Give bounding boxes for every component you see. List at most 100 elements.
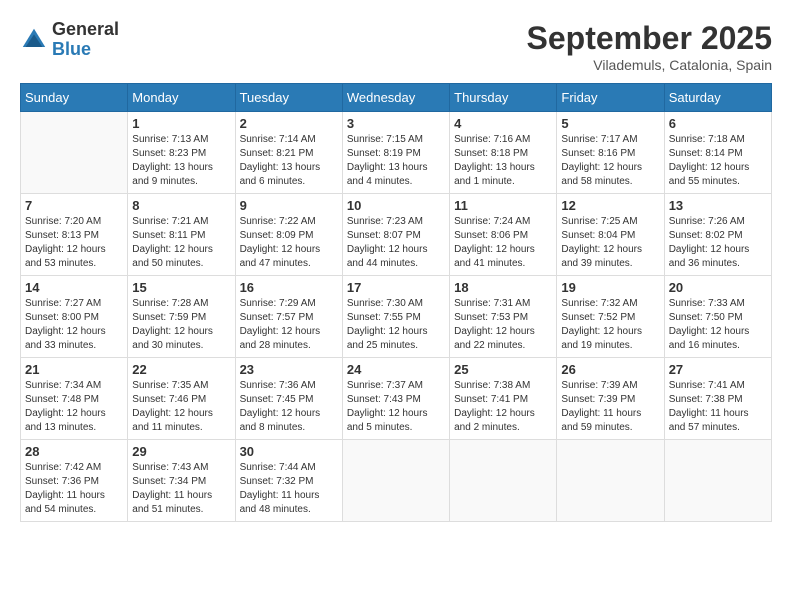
- day-number: 26: [561, 362, 659, 377]
- calendar-cell: 4 Sunrise: 7:16 AM Sunset: 8:18 PM Daylig…: [450, 112, 557, 194]
- calendar-cell: 13 Sunrise: 7:26 AM Sunset: 8:02 PM Dayli…: [664, 194, 771, 276]
- calendar-cell: 28 Sunrise: 7:42 AM Sunset: 7:36 PM Dayli…: [21, 440, 128, 522]
- weekday-header: Sunday: [21, 84, 128, 112]
- day-info: Sunrise: 7:27 AM Sunset: 8:00 PM Dayligh…: [25, 297, 123, 353]
- calendar-cell: 24Sunrise: 7:37 AM Sunset: 7:43 PM Dayli…: [342, 358, 449, 440]
- calendar-cell: [21, 112, 128, 194]
- day-number: 7: [25, 198, 123, 213]
- day-number: 23: [240, 362, 338, 377]
- calendar-cell: 19 Sunrise: 7:32 AM Sunset: 7:52 PM Dayli…: [557, 276, 664, 358]
- calendar-week-row: 28 Sunrise: 7:42 AM Sunset: 7:36 PM Dayli…: [21, 440, 772, 522]
- day-number: 4: [454, 116, 552, 131]
- calendar-cell: 11Sunrise: 7:24 AM Sunset: 8:06 PM Dayli…: [450, 194, 557, 276]
- calendar-cell: 9 Sunrise: 7:22 AM Sunset: 8:09 PM Daylig…: [235, 194, 342, 276]
- day-number: 12: [561, 198, 659, 213]
- calendar-cell: 10 Sunrise: 7:23 AM Sunset: 8:07 PM Dayli…: [342, 194, 449, 276]
- day-number: 9: [240, 198, 338, 213]
- day-number: 2: [240, 116, 338, 131]
- day-number: 18: [454, 280, 552, 295]
- day-info: Sunrise: 7:17 AM Sunset: 8:16 PM Dayligh…: [561, 133, 659, 189]
- calendar-cell: 29 Sunrise: 7:43 AM Sunset: 7:34 PM Dayli…: [128, 440, 235, 522]
- day-number: 28: [25, 444, 123, 459]
- day-number: 30: [240, 444, 338, 459]
- calendar-cell: [342, 440, 449, 522]
- day-info: Sunrise: 7:38 AM Sunset: 7:41 PM Dayligh…: [454, 379, 552, 435]
- day-info: Sunrise: 7:13 AM Sunset: 8:23 PM Dayligh…: [132, 133, 230, 189]
- day-info: Sunrise: 7:35 AM Sunset: 7:46 PM Dayligh…: [132, 379, 230, 435]
- day-number: 16: [240, 280, 338, 295]
- calendar-cell: 7 Sunrise: 7:20 AM Sunset: 8:13 PM Daylig…: [21, 194, 128, 276]
- day-number: 11: [454, 198, 552, 213]
- day-number: 17: [347, 280, 445, 295]
- day-info: Sunrise: 7:25 AM Sunset: 8:04 PM Dayligh…: [561, 215, 659, 271]
- day-info: Sunrise: 7:16 AM Sunset: 8:18 PM Dayligh…: [454, 133, 552, 189]
- calendar-cell: 3 Sunrise: 7:15 AM Sunset: 8:19 PM Daylig…: [342, 112, 449, 194]
- day-info: Sunrise: 7:32 AM Sunset: 7:52 PM Dayligh…: [561, 297, 659, 353]
- day-info: Sunrise: 7:30 AM Sunset: 7:55 PM Dayligh…: [347, 297, 445, 353]
- day-number: 14: [25, 280, 123, 295]
- day-info: Sunrise: 7:22 AM Sunset: 8:09 PM Dayligh…: [240, 215, 338, 271]
- calendar-cell: 27 Sunrise: 7:41 AM Sunset: 7:38 PM Dayli…: [664, 358, 771, 440]
- calendar-cell: 30 Sunrise: 7:44 AM Sunset: 7:32 PM Dayli…: [235, 440, 342, 522]
- logo-icon: [20, 26, 48, 54]
- day-number: 22: [132, 362, 230, 377]
- calendar-week-row: 7 Sunrise: 7:20 AM Sunset: 8:13 PM Daylig…: [21, 194, 772, 276]
- day-info: Sunrise: 7:20 AM Sunset: 8:13 PM Dayligh…: [25, 215, 123, 271]
- day-info: Sunrise: 7:21 AM Sunset: 8:11 PM Dayligh…: [132, 215, 230, 271]
- day-info: Sunrise: 7:36 AM Sunset: 7:45 PM Dayligh…: [240, 379, 338, 435]
- logo: General Blue: [20, 20, 119, 60]
- calendar-cell: 15 Sunrise: 7:28 AM Sunset: 7:59 PM Dayli…: [128, 276, 235, 358]
- calendar-cell: 8 Sunrise: 7:21 AM Sunset: 8:11 PM Daylig…: [128, 194, 235, 276]
- calendar-cell: 23 Sunrise: 7:36 AM Sunset: 7:45 PM Dayli…: [235, 358, 342, 440]
- calendar-table: SundayMondayTuesdayWednesdayThursdayFrid…: [20, 83, 772, 522]
- day-info: Sunrise: 7:34 AM Sunset: 7:48 PM Dayligh…: [25, 379, 123, 435]
- calendar-cell: 1 Sunrise: 7:13 AM Sunset: 8:23 PM Daylig…: [128, 112, 235, 194]
- day-number: 20: [669, 280, 767, 295]
- calendar-cell: 2 Sunrise: 7:14 AM Sunset: 8:21 PM Daylig…: [235, 112, 342, 194]
- day-number: 19: [561, 280, 659, 295]
- day-number: 5: [561, 116, 659, 131]
- day-info: Sunrise: 7:29 AM Sunset: 7:57 PM Dayligh…: [240, 297, 338, 353]
- day-info: Sunrise: 7:26 AM Sunset: 8:02 PM Dayligh…: [669, 215, 767, 271]
- day-number: 1: [132, 116, 230, 131]
- weekday-header: Thursday: [450, 84, 557, 112]
- day-info: Sunrise: 7:31 AM Sunset: 7:53 PM Dayligh…: [454, 297, 552, 353]
- day-info: Sunrise: 7:14 AM Sunset: 8:21 PM Dayligh…: [240, 133, 338, 189]
- weekday-header: Wednesday: [342, 84, 449, 112]
- day-info: Sunrise: 7:42 AM Sunset: 7:36 PM Dayligh…: [25, 461, 123, 517]
- calendar-cell: 26Sunrise: 7:39 AM Sunset: 7:39 PM Dayli…: [557, 358, 664, 440]
- calendar-cell: 22 Sunrise: 7:35 AM Sunset: 7:46 PM Dayli…: [128, 358, 235, 440]
- calendar-cell: 5 Sunrise: 7:17 AM Sunset: 8:16 PM Daylig…: [557, 112, 664, 194]
- calendar-cell: [557, 440, 664, 522]
- day-info: Sunrise: 7:41 AM Sunset: 7:38 PM Dayligh…: [669, 379, 767, 435]
- day-info: Sunrise: 7:43 AM Sunset: 7:34 PM Dayligh…: [132, 461, 230, 517]
- day-info: Sunrise: 7:15 AM Sunset: 8:19 PM Dayligh…: [347, 133, 445, 189]
- calendar-week-row: 1 Sunrise: 7:13 AM Sunset: 8:23 PM Daylig…: [21, 112, 772, 194]
- day-info: Sunrise: 7:23 AM Sunset: 8:07 PM Dayligh…: [347, 215, 445, 271]
- logo-general: General: [52, 20, 119, 40]
- day-number: 10: [347, 198, 445, 213]
- day-number: 3: [347, 116, 445, 131]
- day-info: Sunrise: 7:28 AM Sunset: 7:59 PM Dayligh…: [132, 297, 230, 353]
- day-number: 25: [454, 362, 552, 377]
- calendar-week-row: 14 Sunrise: 7:27 AM Sunset: 8:00 PM Dayli…: [21, 276, 772, 358]
- day-info: Sunrise: 7:44 AM Sunset: 7:32 PM Dayligh…: [240, 461, 338, 517]
- calendar-cell: 12 Sunrise: 7:25 AM Sunset: 8:04 PM Dayli…: [557, 194, 664, 276]
- day-number: 21: [25, 362, 123, 377]
- calendar-cell: 14 Sunrise: 7:27 AM Sunset: 8:00 PM Dayli…: [21, 276, 128, 358]
- day-number: 24: [347, 362, 445, 377]
- weekday-header: Friday: [557, 84, 664, 112]
- calendar-cell: 18 Sunrise: 7:31 AM Sunset: 7:53 PM Dayli…: [450, 276, 557, 358]
- day-number: 29: [132, 444, 230, 459]
- weekday-header: Tuesday: [235, 84, 342, 112]
- day-number: 27: [669, 362, 767, 377]
- calendar-cell: 6Sunrise: 7:18 AM Sunset: 8:14 PM Daylig…: [664, 112, 771, 194]
- day-number: 8: [132, 198, 230, 213]
- day-number: 6: [669, 116, 767, 131]
- calendar-cell: 25 Sunrise: 7:38 AM Sunset: 7:41 PM Dayli…: [450, 358, 557, 440]
- weekday-header: Monday: [128, 84, 235, 112]
- day-number: 13: [669, 198, 767, 213]
- title-area: September 2025 Vilademuls, Catalonia, Sp…: [527, 20, 772, 73]
- calendar-cell: [664, 440, 771, 522]
- day-number: 15: [132, 280, 230, 295]
